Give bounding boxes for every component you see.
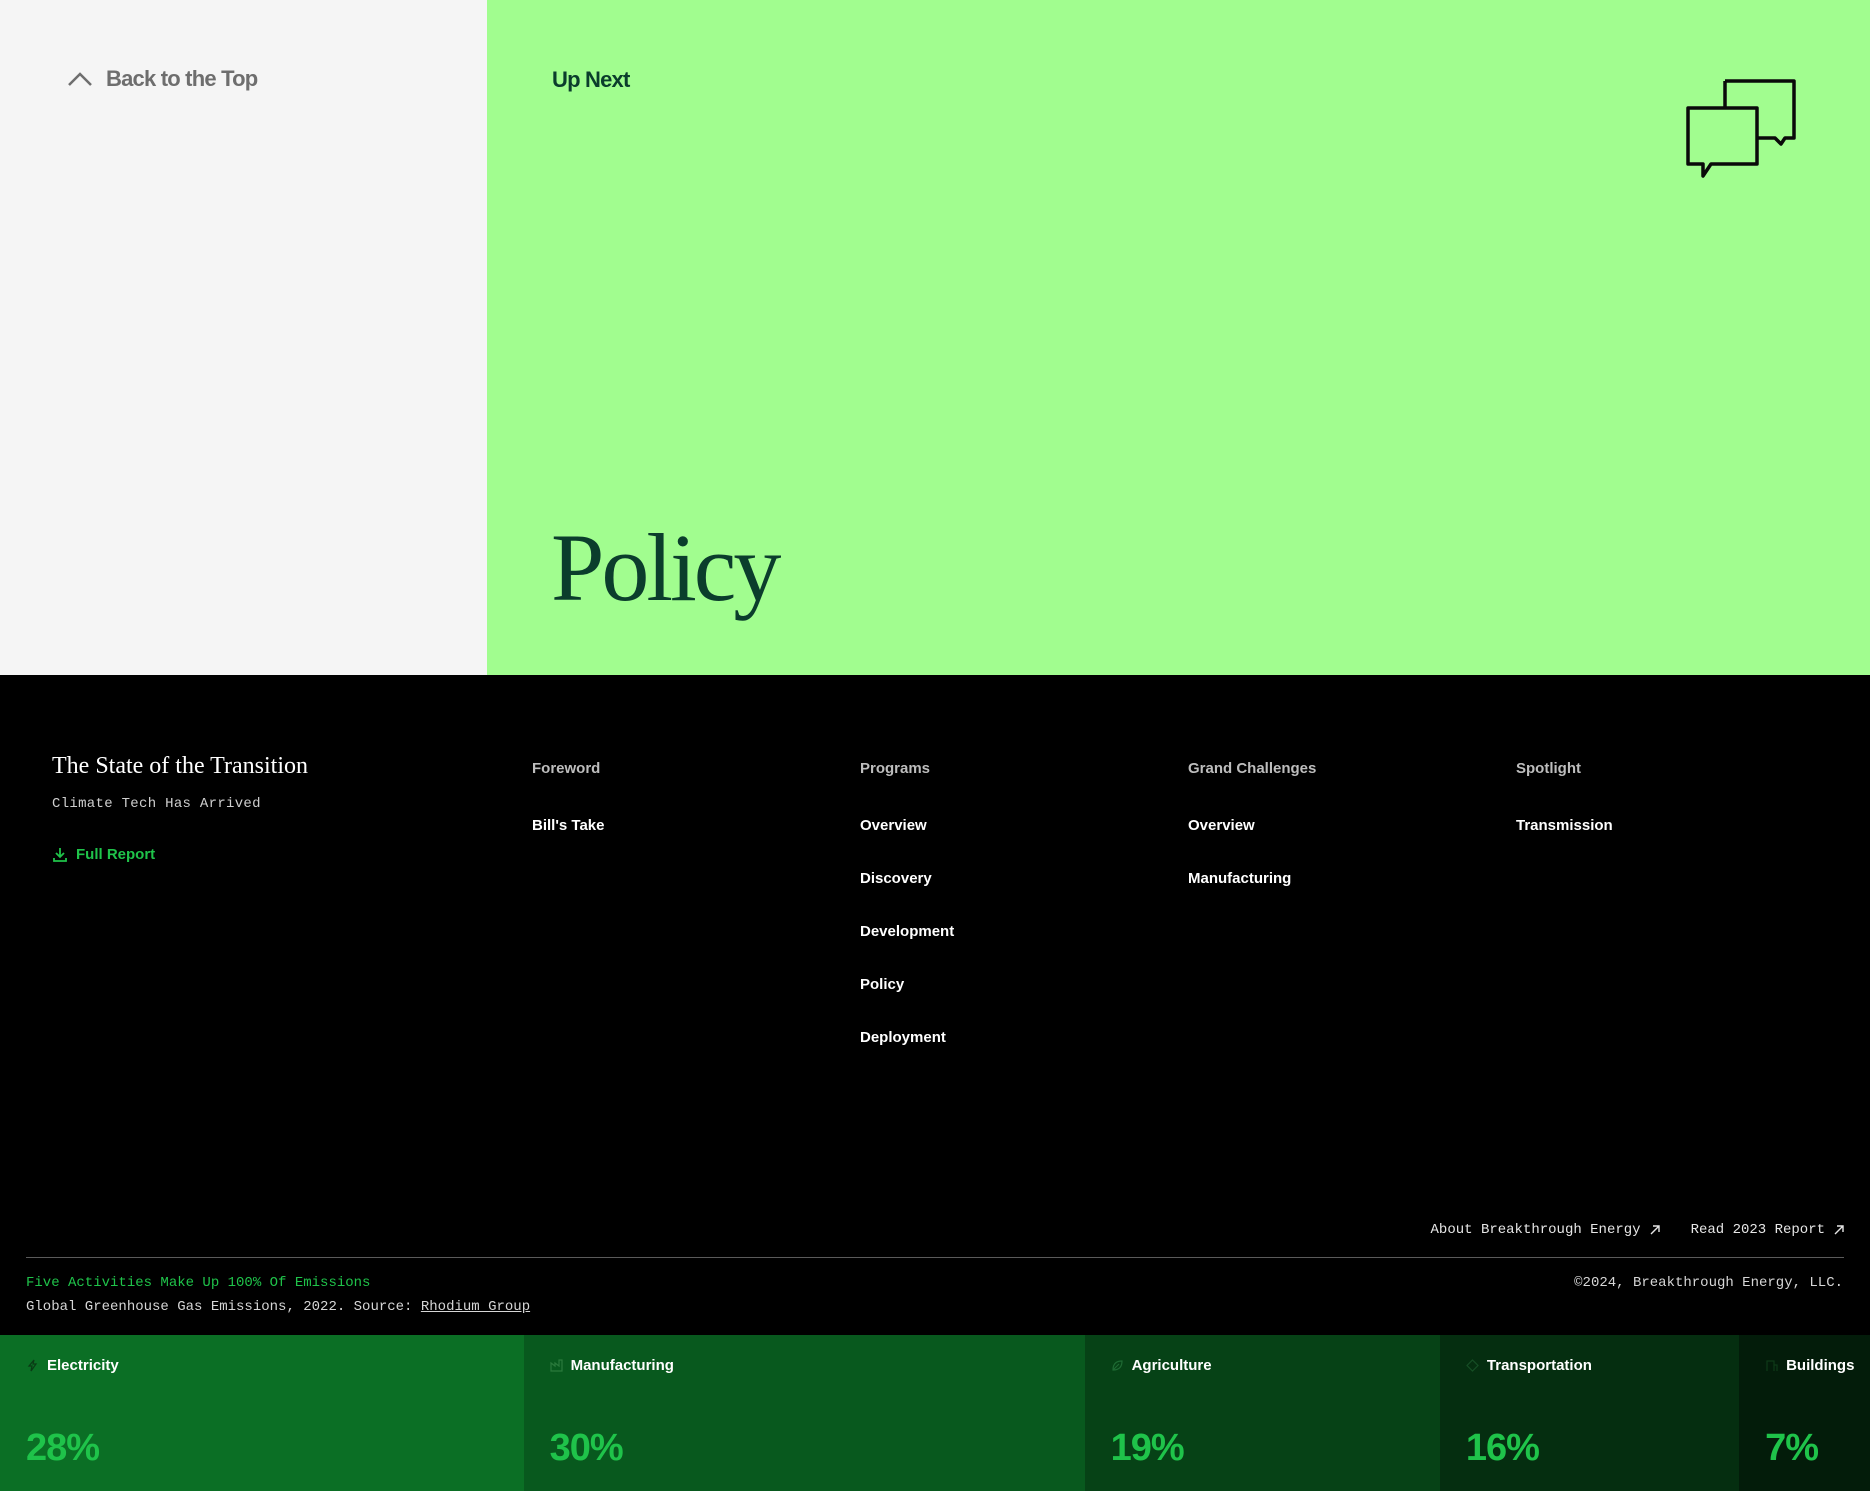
emissions-segment-electricity[interactable]: Electricity 28% bbox=[0, 1335, 524, 1491]
segment-name: Agriculture bbox=[1131, 1357, 1212, 1374]
segment-label: Electricity bbox=[26, 1357, 119, 1374]
footer-col-programs: Programs Overview Discovery Development … bbox=[860, 760, 954, 1082]
building-icon bbox=[1766, 1360, 1778, 1371]
footer-col-foreword: Foreword Bill's Take bbox=[532, 760, 605, 870]
download-icon bbox=[53, 847, 67, 862]
emissions-segment-transportation[interactable]: Transportation 16% bbox=[1439, 1335, 1740, 1491]
lightning-icon bbox=[27, 1359, 38, 1372]
factory-icon bbox=[549, 1359, 563, 1372]
back-to-top-label: Back to the Top bbox=[106, 66, 258, 91]
leaf-icon bbox=[1111, 1360, 1123, 1371]
footer-brand-subtitle: Climate Tech Has Arrived bbox=[52, 796, 261, 812]
back-to-top-link[interactable]: Back to the Top bbox=[66, 66, 258, 92]
footer-link-policy[interactable]: Policy bbox=[860, 976, 954, 1029]
read-2023-report-link[interactable]: Read 2023 Report bbox=[1691, 1222, 1845, 1238]
external-links: About Breakthrough Energy Read 2023 Repo… bbox=[1431, 1222, 1845, 1238]
footer-col-heading: Grand Challenges bbox=[1188, 760, 1317, 777]
footer-link-deployment[interactable]: Deployment bbox=[860, 1029, 954, 1082]
segment-label: Agriculture bbox=[1111, 1357, 1212, 1374]
up-next-title: Policy bbox=[551, 514, 781, 621]
footer-col-heading: Programs bbox=[860, 760, 931, 777]
site-footer: The State of the Transition Climate Tech… bbox=[0, 675, 1870, 1335]
segment-name: Electricity bbox=[47, 1357, 119, 1374]
segment-value: 19% bbox=[1110, 1427, 1185, 1469]
footer-link-programs-overview[interactable]: Overview bbox=[860, 817, 954, 870]
segment-name: Transportation bbox=[1486, 1357, 1592, 1374]
emissions-segment-manufacturing[interactable]: Manufacturing 30% bbox=[523, 1335, 1085, 1491]
chevron-up-icon bbox=[68, 72, 92, 86]
emissions-segment-buildings[interactable]: Buildings 7% bbox=[1739, 1335, 1870, 1491]
top-section: Back to the Top Up Next Policy bbox=[0, 0, 1870, 675]
read-2023-report-label: Read 2023 Report bbox=[1690, 1222, 1825, 1238]
external-arrow-icon bbox=[1834, 1225, 1844, 1235]
up-next-card[interactable]: Up Next Policy bbox=[487, 0, 1870, 675]
chat-bubbles-icon bbox=[1686, 79, 1796, 178]
segment-value: 7% bbox=[1765, 1427, 1819, 1469]
segment-value: 16% bbox=[1465, 1427, 1540, 1469]
segment-label: Buildings bbox=[1765, 1357, 1854, 1374]
up-next-label: Up Next bbox=[552, 67, 630, 92]
footer-col-heading: Spotlight bbox=[1516, 760, 1581, 777]
external-arrow-icon bbox=[1650, 1225, 1660, 1235]
footer-link-manufacturing[interactable]: Manufacturing bbox=[1188, 870, 1316, 923]
footer-brand-title: The State of the Transition bbox=[52, 753, 308, 779]
footer-col-heading: Foreword bbox=[532, 760, 601, 777]
footer-link-discovery[interactable]: Discovery bbox=[860, 870, 954, 923]
emissions-source-prefix: Global Greenhouse Gas Emissions, 2022. S… bbox=[26, 1299, 421, 1315]
footer-divider bbox=[26, 1257, 1844, 1258]
diamond-icon bbox=[1466, 1359, 1479, 1372]
segment-label: Manufacturing bbox=[549, 1357, 674, 1374]
rhodium-group-link[interactable]: Rhodium Group bbox=[421, 1299, 530, 1315]
back-to-top-panel: Back to the Top bbox=[0, 0, 487, 675]
footer-link-grand-overview[interactable]: Overview bbox=[1188, 817, 1316, 870]
segment-name: Manufacturing bbox=[570, 1357, 674, 1374]
footer-link-development[interactable]: Development bbox=[860, 923, 954, 976]
emissions-segment-agriculture[interactable]: Agriculture 19% bbox=[1084, 1335, 1440, 1491]
footer-link-bills-take[interactable]: Bill's Take bbox=[532, 817, 605, 870]
segment-name: Buildings bbox=[1786, 1357, 1855, 1374]
full-report-link[interactable]: Full Report bbox=[52, 846, 155, 863]
footer-col-spotlight: Spotlight Transmission bbox=[1516, 760, 1613, 870]
footer-link-transmission[interactable]: Transmission bbox=[1516, 817, 1613, 870]
emissions-title: Five Activities Make Up 100% Of Emission… bbox=[26, 1275, 371, 1291]
about-breakthrough-link[interactable]: About Breakthrough Energy bbox=[1431, 1222, 1661, 1238]
footer-col-grand-challenges: Grand Challenges Overview Manufacturing bbox=[1188, 760, 1316, 923]
emissions-source: Global Greenhouse Gas Emissions, 2022. S… bbox=[26, 1299, 530, 1315]
emissions-bar: Electricity 28% Manufacturing 30% Agricu… bbox=[0, 1335, 1870, 1491]
segment-value: 30% bbox=[549, 1427, 624, 1469]
about-breakthrough-label: About Breakthrough Energy bbox=[1430, 1222, 1641, 1238]
full-report-label: Full Report bbox=[76, 846, 156, 863]
segment-label: Transportation bbox=[1466, 1357, 1592, 1374]
copyright: ©2024, Breakthrough Energy, LLC. bbox=[1574, 1275, 1843, 1291]
segment-value: 28% bbox=[26, 1427, 100, 1469]
